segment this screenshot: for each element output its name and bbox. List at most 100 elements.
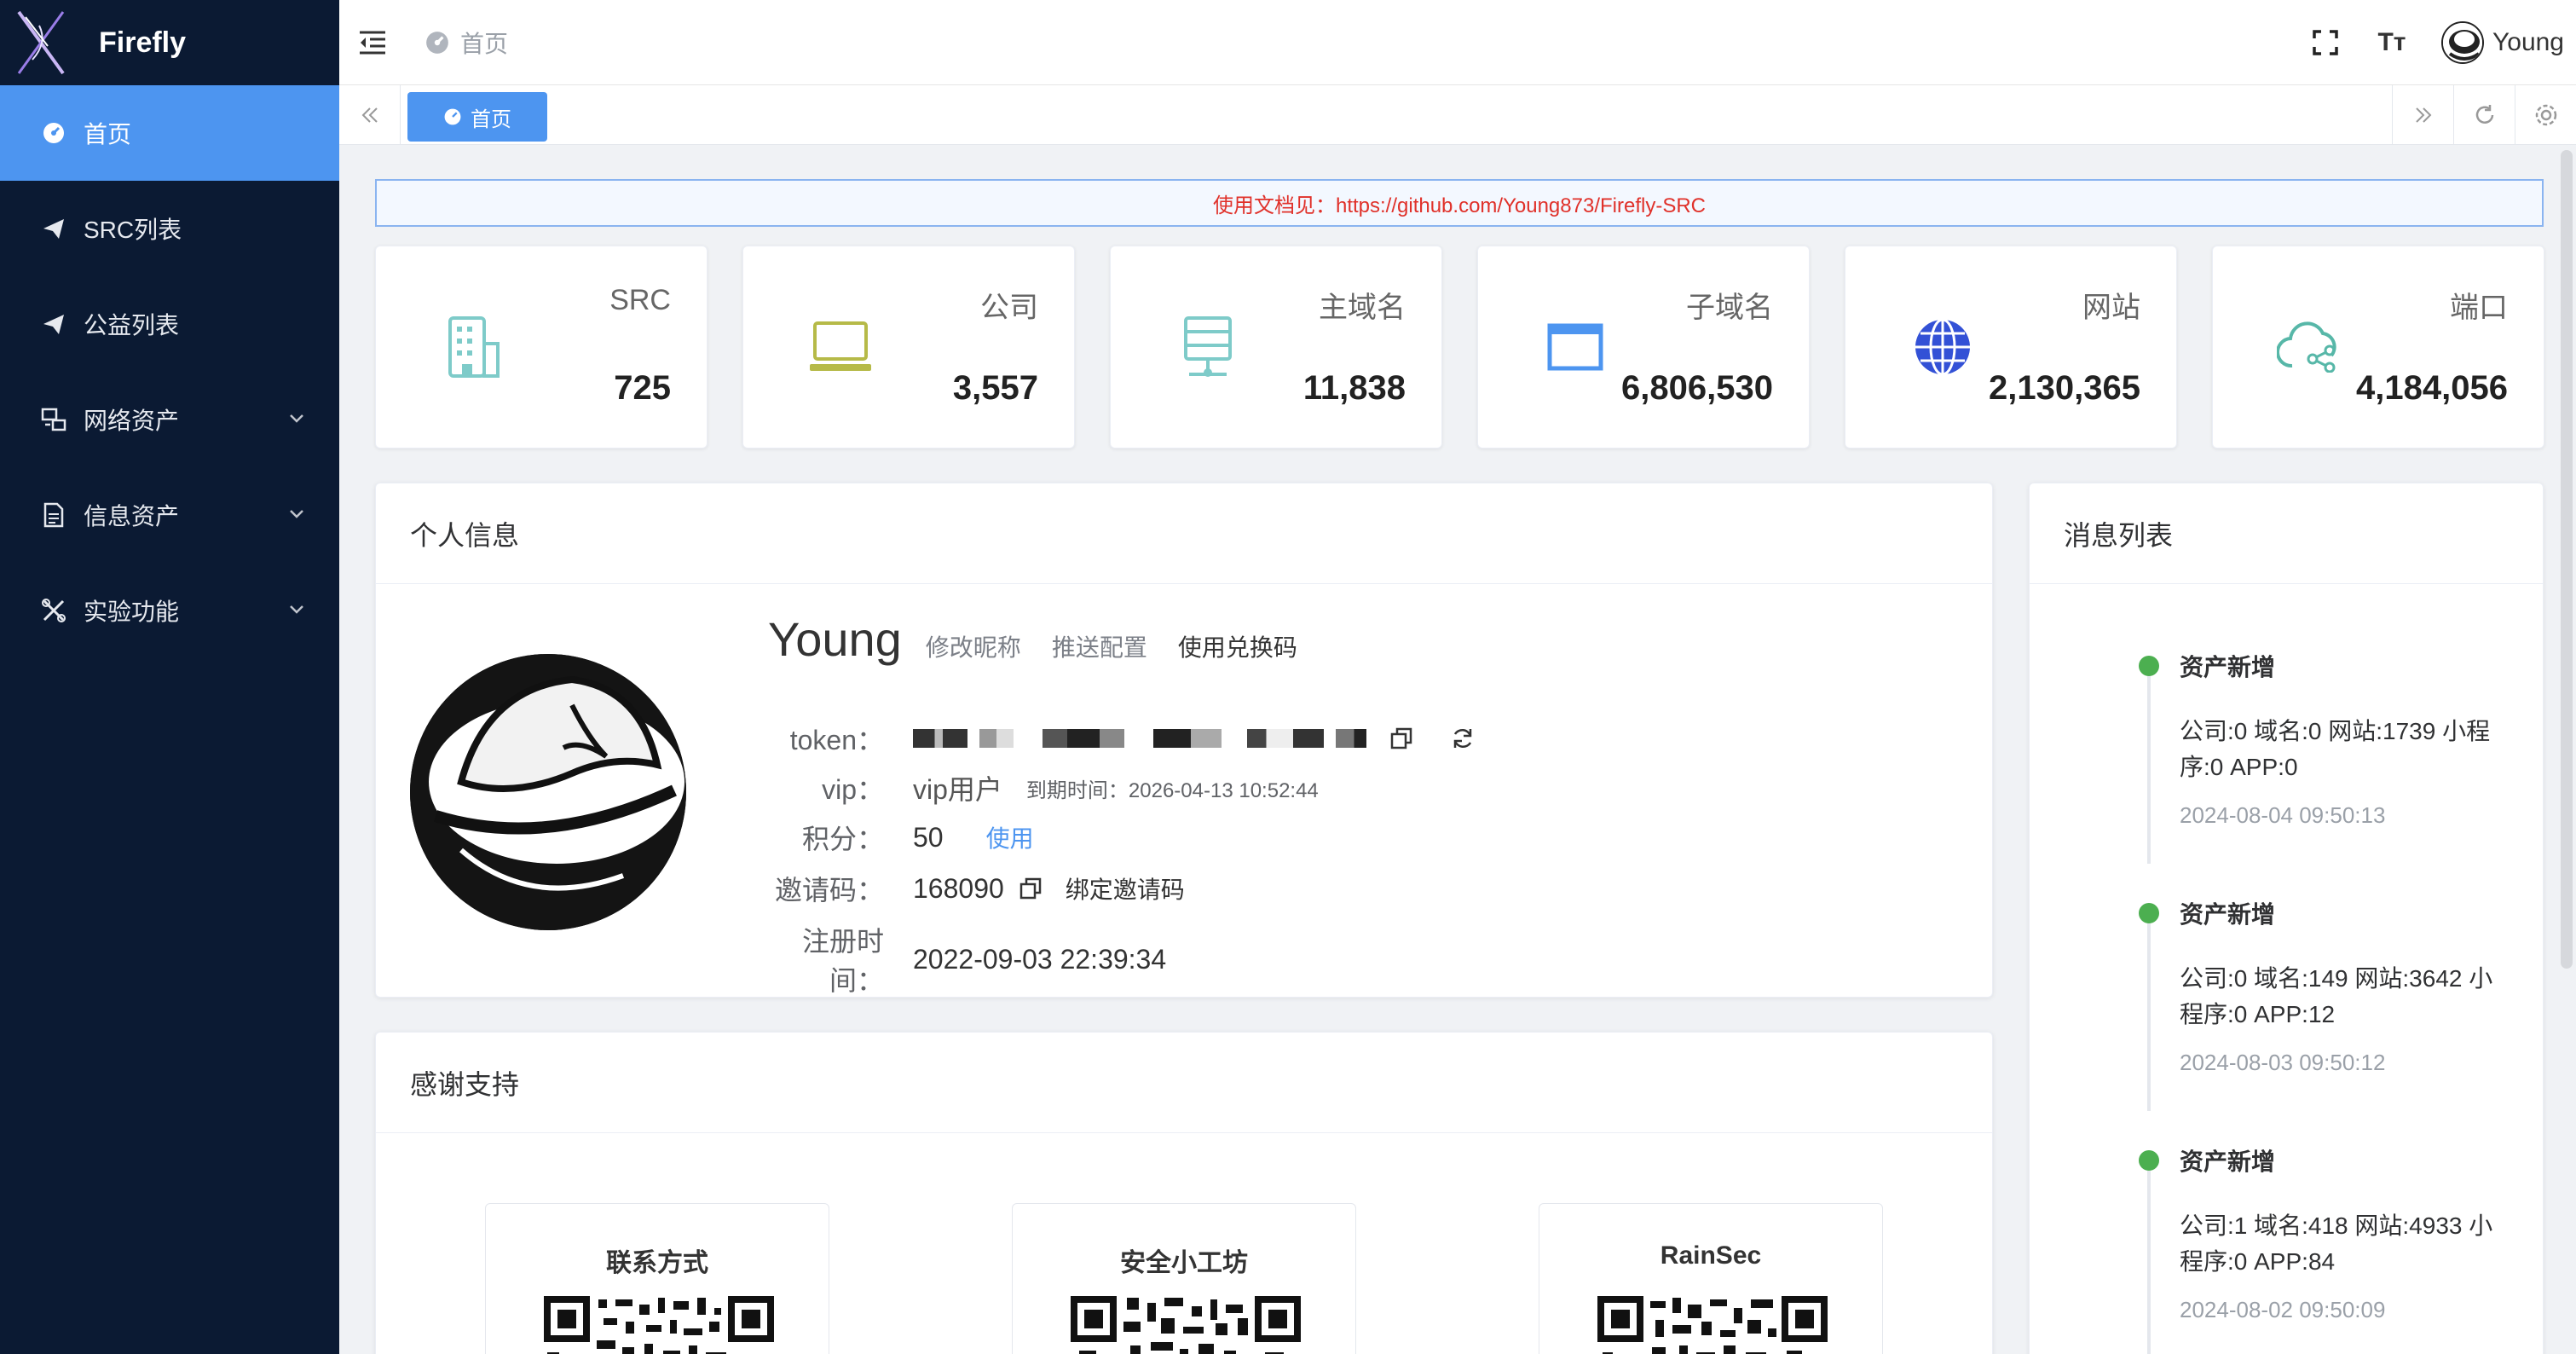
scroll-right-button[interactable]: [2392, 85, 2453, 145]
sidebar-item-src-list[interactable]: SRC列表: [0, 181, 339, 276]
refresh-button[interactable]: [2453, 85, 2515, 145]
chevron-down-icon: [290, 510, 303, 518]
stat-card-src[interactable]: SRC 725: [375, 246, 708, 448]
sidebar-item-info-assets[interactable]: 信息资产: [0, 467, 339, 563]
register-label: 注册时间：: [801, 926, 884, 996]
token-row: token：: [768, 719, 1476, 758]
message-title: 资产新增: [2180, 901, 2276, 928]
token-label: token：: [789, 725, 884, 755]
sidebar-item-home[interactable]: 首页: [0, 85, 339, 181]
use-points-link[interactable]: 使用: [986, 820, 1034, 854]
message-time: 2024-08-04 09:50:13: [2180, 802, 2386, 828]
stat-value: 2,130,365: [1989, 369, 2140, 407]
qr-code-image: [1071, 1296, 1301, 1354]
redeem-code-link[interactable]: 使用兑换码: [1178, 629, 1297, 663]
app-logo[interactable]: Firefly: [0, 0, 339, 85]
stat-card-subdomain[interactable]: 子域名 6,806,530: [1477, 246, 1810, 448]
scroll-left-button[interactable]: [339, 85, 401, 145]
menu-fold-icon[interactable]: [358, 29, 387, 56]
message-time: 2024-08-03 09:50:12: [2180, 1050, 2386, 1075]
stat-value: 4,184,056: [2356, 369, 2508, 407]
vip-label: vip：: [822, 774, 884, 805]
docs-notice[interactable]: 使用文档见：https://github.com/Young873/Firefl…: [375, 179, 2544, 227]
stat-card-company[interactable]: 公司 3,557: [742, 246, 1075, 448]
stat-value: 3,557: [952, 369, 1038, 407]
globe-icon: [1907, 311, 1978, 383]
timeline-line: [2147, 668, 2151, 864]
sidebar-item-public-list[interactable]: 公益列表: [0, 276, 339, 372]
card-title: 感谢支持: [376, 1033, 1992, 1133]
tools-icon: [39, 596, 68, 625]
refresh-token-icon[interactable]: [1450, 726, 1476, 751]
qr-code-image: [544, 1296, 774, 1354]
edit-nickname-link[interactable]: 修改昵称: [926, 629, 1021, 663]
message-title: 资产新增: [2180, 1149, 2276, 1175]
document-icon: [39, 501, 68, 529]
stat-value: 725: [614, 369, 671, 407]
profile-name: Young: [768, 612, 902, 666]
stat-card-port[interactable]: 端口 4,184,056: [2212, 246, 2544, 448]
tab-home[interactable]: 首页: [407, 92, 547, 142]
server-icon: [1172, 311, 1244, 383]
firefly-logo-icon: [17, 10, 65, 75]
double-chevron-left-icon: [361, 107, 378, 123]
message-list-card: 消息列表 资产新增 公司:0 域名:0 网站:1739 小程序:0 APP:0 …: [2029, 483, 2544, 1354]
invite-row: 邀请码： 168090 绑定邀请码: [768, 869, 1185, 908]
window-icon: [1539, 311, 1611, 383]
qr-title: 联系方式: [606, 1249, 708, 1277]
fullscreen-icon[interactable]: [2308, 26, 2342, 60]
message-body: 公司:1 域名:418 网站:4933 小程序:0 APP:84: [2180, 1212, 2493, 1275]
qr-card-contact: 联系方式: [485, 1203, 829, 1354]
dashboard-icon: [39, 119, 68, 148]
font-size-icon[interactable]: Tт: [2375, 26, 2409, 60]
sidebar-item-label: 首页: [84, 121, 132, 148]
double-chevron-right-icon: [2415, 107, 2431, 123]
register-row: 注册时间： 2022-09-03 22:39:34: [768, 920, 1166, 998]
tab-label: 首页: [471, 107, 511, 131]
timeline-line: [2147, 915, 2151, 1111]
copy-icon[interactable]: [1019, 877, 1042, 900]
support-card: 感谢支持 联系方式 安全小工坊 RainSec: [375, 1032, 1993, 1354]
card-title: 消息列表: [2030, 483, 2543, 584]
page-scrollbar[interactable]: [2561, 150, 2573, 969]
message-body: 公司:0 域名:149 网站:3642 小程序:0 APP:12: [2180, 965, 2493, 1027]
register-time: 2022-09-03 22:39:34: [913, 943, 1167, 975]
avatar: [2441, 21, 2484, 64]
stat-label: 公司: [980, 292, 1038, 324]
message-body: 公司:0 域名:0 网站:1739 小程序:0 APP:0: [2180, 718, 2491, 780]
token-value-masked: [913, 729, 1378, 748]
username: Young: [2492, 28, 2564, 56]
card-title: 个人信息: [376, 483, 1992, 584]
points-label: 积分：: [801, 824, 884, 854]
gear-icon: [2535, 104, 2556, 126]
stat-value: 6,806,530: [1621, 369, 1773, 407]
invite-label: 邀请码：: [774, 875, 884, 906]
stat-card-website[interactable]: 网站 2,130,365: [1845, 246, 2177, 448]
bind-invite-link[interactable]: 绑定邀请码: [1066, 871, 1185, 906]
cloud-share-icon: [2274, 311, 2346, 383]
tags-view: 首页: [339, 85, 2576, 145]
building-icon: [437, 311, 509, 383]
push-config-link[interactable]: 推送配置: [1052, 629, 1147, 663]
laptop-icon: [805, 311, 876, 383]
breadcrumb: 首页: [425, 26, 508, 60]
sidebar-item-label: 实验功能: [84, 599, 180, 625]
user-menu[interactable]: Young: [2441, 21, 2564, 64]
stat-card-main-domain[interactable]: 主域名 11,838: [1110, 246, 1442, 448]
timeline-dot: [2139, 1150, 2159, 1171]
avatar[interactable]: [410, 654, 686, 930]
stat-label: SRC: [609, 284, 671, 316]
refresh-icon: [2475, 105, 2493, 124]
dashboard-icon: [444, 108, 461, 125]
copy-icon[interactable]: [1390, 727, 1412, 749]
sidebar-item-experimental[interactable]: 实验功能: [0, 563, 339, 658]
sidebar: Firefly 首页 SRC列表 公益列表 网络资产 信息资产 实验功能: [0, 0, 339, 1354]
breadcrumb-item[interactable]: 首页: [460, 26, 508, 60]
qr-title: RainSec: [1660, 1241, 1762, 1270]
chevron-down-icon: [290, 414, 303, 423]
stat-label: 子域名: [1686, 292, 1773, 324]
top-navbar: 首页 Tт Young: [339, 0, 2576, 85]
tab-settings-button[interactable]: [2515, 85, 2576, 145]
dashboard-icon: [426, 32, 448, 54]
sidebar-item-network-assets[interactable]: 网络资产: [0, 372, 339, 467]
